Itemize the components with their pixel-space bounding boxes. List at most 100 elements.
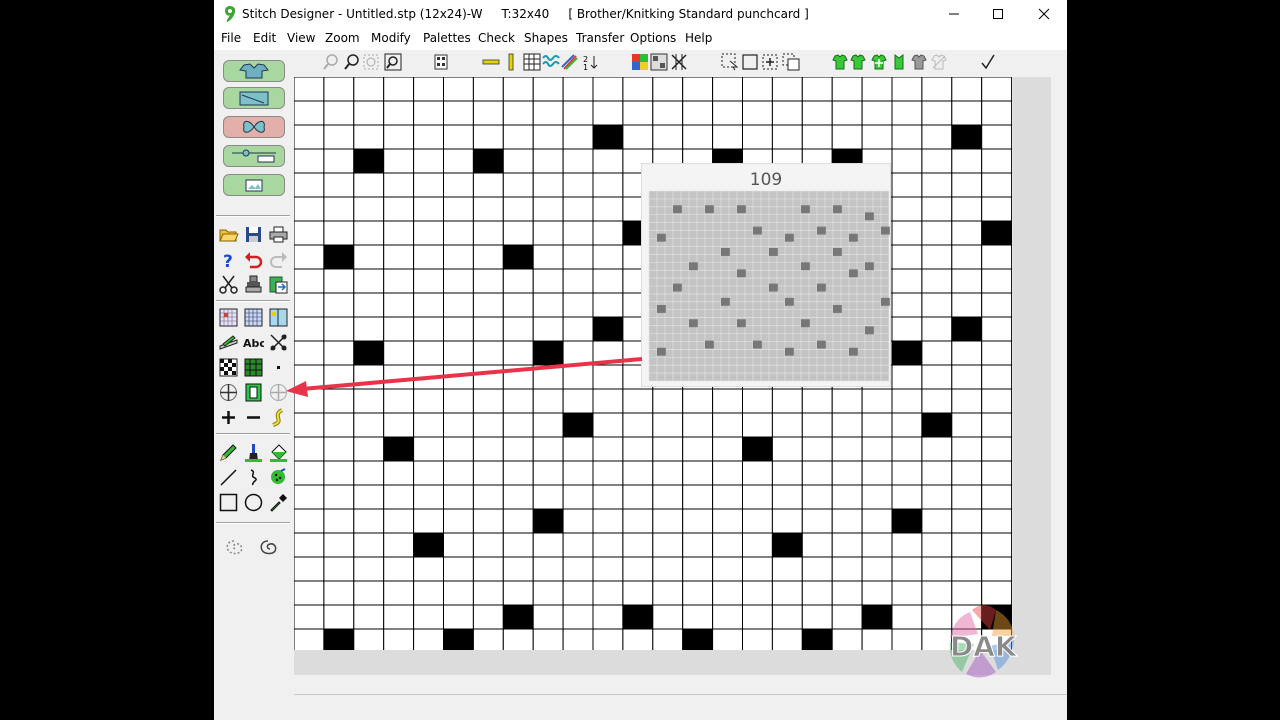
garment-front-icon[interactable]	[831, 53, 849, 71]
stitch-cell[interactable]	[443, 532, 474, 558]
stitch-cell[interactable]	[891, 364, 923, 390]
redo-icon[interactable]	[268, 249, 289, 270]
stitch-cell[interactable]	[921, 268, 953, 294]
stitch-cell[interactable]	[742, 484, 773, 510]
stitch-cell[interactable]	[472, 532, 504, 558]
stitch-cell[interactable]	[831, 100, 863, 126]
rainbow-pencil-icon[interactable]	[561, 53, 579, 71]
stitch-cell[interactable]	[562, 77, 594, 102]
stitch-cell[interactable]	[981, 292, 1013, 318]
stitch-cell[interactable]	[891, 124, 923, 150]
stitch-cell[interactable]	[801, 484, 833, 510]
stitch-cell[interactable]	[562, 100, 594, 126]
stitch-cell[interactable]	[413, 196, 444, 222]
image-button[interactable]	[223, 174, 285, 196]
minimize-button[interactable]	[931, 0, 977, 28]
stitch-cell[interactable]	[532, 148, 564, 174]
stitch-cell-filled[interactable]	[891, 340, 923, 366]
stitch-cell[interactable]	[742, 100, 773, 126]
stitch-cell[interactable]	[712, 77, 744, 102]
stitch-cell[interactable]	[712, 100, 744, 126]
butterfly-button[interactable]	[223, 116, 285, 138]
stitch-cell[interactable]	[383, 580, 415, 606]
stitch-cell[interactable]	[682, 388, 714, 414]
line-tool-icon[interactable]	[218, 467, 239, 488]
stitch-cell[interactable]	[383, 316, 415, 342]
stitch-cell[interactable]	[562, 580, 594, 606]
move-arrows-icon[interactable]	[218, 382, 239, 403]
stitch-cell[interactable]	[562, 172, 594, 198]
stitch-cell[interactable]	[383, 124, 415, 150]
stitch-cell[interactable]	[562, 220, 594, 246]
open-folder-icon[interactable]	[218, 224, 239, 245]
menu-shapes[interactable]: Shapes	[524, 31, 568, 45]
stitch-cell[interactable]	[831, 508, 863, 534]
grid-color-icon[interactable]	[218, 307, 239, 328]
stitch-cell[interactable]	[652, 100, 684, 126]
eyedropper-icon[interactable]	[268, 492, 289, 513]
stitch-cell[interactable]	[562, 460, 594, 486]
stitch-cell-filled[interactable]	[592, 316, 624, 342]
stitch-cell[interactable]	[443, 172, 474, 198]
stitch-cell[interactable]	[532, 292, 564, 318]
stitch-cell[interactable]	[981, 172, 1013, 198]
stitch-cell[interactable]	[323, 508, 355, 534]
stitch-cell[interactable]	[532, 484, 564, 510]
stitch-cell[interactable]	[413, 436, 444, 462]
stitch-cell[interactable]	[353, 244, 385, 270]
stitch-cell[interactable]	[443, 460, 474, 486]
stitch-cell[interactable]	[294, 77, 325, 102]
stitch-cell[interactable]	[502, 556, 534, 582]
menu-help[interactable]: Help	[685, 31, 712, 45]
stitch-cell[interactable]	[383, 172, 415, 198]
stitch-cell[interactable]	[891, 148, 923, 174]
stitch-cell[interactable]	[951, 388, 983, 414]
menu-modify[interactable]: Modify	[371, 31, 411, 45]
stitch-cell[interactable]	[502, 436, 534, 462]
stitch-cell[interactable]	[921, 316, 953, 342]
stitch-cell[interactable]	[891, 292, 923, 318]
stitch-cell[interactable]	[682, 508, 714, 534]
stitch-cell[interactable]	[592, 220, 624, 246]
stitch-cell[interactable]	[413, 508, 444, 534]
stitch-cell[interactable]	[742, 77, 773, 102]
menu-view[interactable]: View	[287, 31, 315, 45]
stitch-cell[interactable]	[353, 196, 385, 222]
fill-bucket-icon[interactable]	[268, 442, 289, 463]
stitch-cell[interactable]	[682, 580, 714, 606]
stitch-cell[interactable]	[622, 484, 654, 510]
stitch-cell-filled[interactable]	[502, 604, 534, 630]
stitch-cell-filled[interactable]	[951, 124, 983, 150]
stitch-cell[interactable]	[383, 268, 415, 294]
stitch-cell[interactable]	[652, 508, 684, 534]
stitch-cell-filled[interactable]	[981, 220, 1013, 246]
stitch-cell[interactable]	[951, 172, 983, 198]
stitch-cell[interactable]	[562, 148, 594, 174]
stitch-cell[interactable]	[562, 244, 594, 270]
stitch-cell-filled[interactable]	[771, 532, 803, 558]
stitch-cell[interactable]	[294, 580, 325, 606]
stitch-cell[interactable]	[891, 436, 923, 462]
stitch-cell[interactable]	[562, 604, 594, 630]
stitch-cell[interactable]	[861, 436, 893, 462]
stitch-cell[interactable]	[323, 556, 355, 582]
stitch-cell[interactable]	[413, 556, 444, 582]
stitch-cell[interactable]	[951, 364, 983, 390]
stitch-cell[interactable]	[801, 460, 833, 486]
stitch-cell[interactable]	[891, 316, 923, 342]
select-move-icon[interactable]	[761, 53, 779, 71]
stitch-cell-filled[interactable]	[622, 604, 654, 630]
stitch-cell[interactable]	[294, 100, 325, 126]
stitch-cell[interactable]	[443, 316, 474, 342]
stitch-cell[interactable]	[502, 124, 534, 150]
paste-icon[interactable]	[268, 274, 289, 295]
stitch-cell-filled[interactable]	[413, 532, 444, 558]
stitch-cell[interactable]	[502, 148, 534, 174]
stitch-cell[interactable]	[353, 580, 385, 606]
stitch-cell[interactable]	[294, 412, 325, 438]
stitch-cell[interactable]	[562, 268, 594, 294]
stitch-cell[interactable]	[413, 172, 444, 198]
horizontal-line-icon[interactable]	[482, 53, 500, 71]
stitch-cell[interactable]	[831, 436, 863, 462]
stitch-cell[interactable]	[622, 460, 654, 486]
